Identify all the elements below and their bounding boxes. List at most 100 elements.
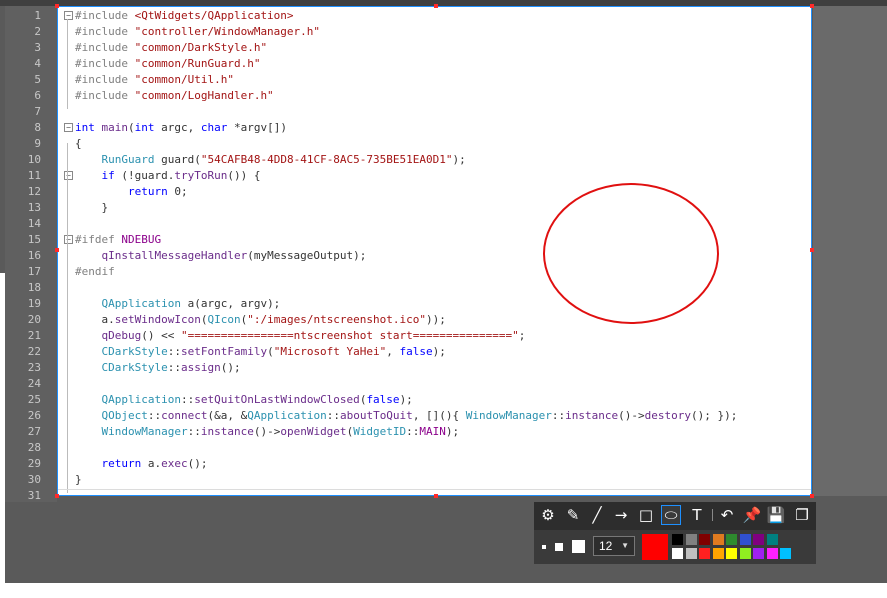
palette-swatch[interactable] [739, 548, 751, 559]
code-token: MAIN [419, 425, 446, 438]
code-token: *argv[]) [234, 121, 287, 134]
line-number: 15 [27, 233, 41, 246]
fold-toggle-icon[interactable]: − [64, 11, 73, 20]
annotation-toolbar: ⚙ ✎ ╱ → □ ⬭ T ↶ 📌 💾 ❐ 12 ▼ [534, 502, 816, 564]
code-line: #include <QtWidgets/QApplication> [75, 8, 294, 24]
code-token: :: [187, 425, 201, 438]
code-token: #ifdef [75, 233, 122, 246]
code-token: <QtWidgets/QApplication> [134, 9, 294, 22]
resize-handle-bottom-left[interactable] [55, 494, 59, 498]
line-number: 18 [27, 281, 41, 294]
pen-size-medium[interactable] [555, 543, 563, 551]
line-number: 7 [34, 105, 41, 118]
code-token: aboutToQuit [339, 409, 413, 422]
uncovered-bottom-edge [0, 583, 887, 598]
resize-handle-bottom-right[interactable] [810, 494, 814, 498]
line-number: 24 [27, 377, 41, 390]
palette-swatch[interactable] [712, 548, 724, 559]
copy-icon[interactable]: ❐ [792, 505, 812, 525]
palette-swatch[interactable] [766, 534, 778, 545]
resize-handle-top-left[interactable] [55, 4, 59, 8]
line-number: 3 [34, 41, 41, 54]
fold-toggle-icon[interactable]: − [64, 123, 73, 132]
palette-swatch[interactable] [712, 534, 724, 545]
fold-toggle-icon[interactable]: − [64, 235, 73, 244]
line-number: 21 [27, 329, 41, 342]
code-token: RunGuard [101, 153, 162, 166]
code-line: #ifdef NDEBUG [75, 232, 161, 248]
code-token: #endif [75, 265, 115, 278]
resize-handle-bottom[interactable] [434, 494, 438, 498]
line-number: 28 [27, 441, 41, 454]
resize-handle-right[interactable] [810, 248, 814, 252]
save-icon[interactable]: 💾 [766, 505, 786, 525]
code-token: { [75, 137, 82, 150]
line-number: 11 [27, 169, 41, 182]
code-line: { [75, 136, 82, 152]
code-line: CDarkStyle::setFontFamily("Microsoft YaH… [75, 344, 446, 360]
dimmed-line-number-gutter: 1 2 3 4 5 6 7 8 9 10 11 12 13 14 15 16 17 18 19 20 21 22 23 24 2… [5, 6, 57, 502]
code-line: QObject::connect(&a, &QApplication::abou… [75, 408, 738, 424]
pen-size-large[interactable] [572, 540, 585, 553]
tool-row: ⚙ ✎ ╱ → □ ⬭ T ↶ 📌 💾 ❐ [534, 502, 816, 528]
code-line: #include "common/Util.h" [75, 72, 234, 88]
palette-swatch[interactable] [699, 548, 710, 559]
pen-icon[interactable]: ✎ [563, 505, 583, 525]
resize-handle-top[interactable] [434, 4, 438, 8]
code-line: } [75, 200, 108, 216]
palette-swatch[interactable] [685, 548, 697, 559]
rectangle-icon[interactable]: □ [636, 505, 656, 525]
pin-icon[interactable]: 📌 [742, 505, 762, 525]
code-line: return a.exec(); [75, 456, 208, 472]
line-number: 31 [27, 489, 41, 502]
code-token: :: [326, 409, 340, 422]
code-token: (&a, & [207, 409, 248, 422]
line-number: 25 [27, 393, 41, 406]
palette-swatch[interactable] [753, 548, 764, 559]
palette-swatch[interactable] [672, 534, 683, 545]
pen-size-small[interactable] [542, 545, 546, 549]
code-token: false [366, 393, 400, 406]
code-line: QApplication::setQuitOnLastWindowClosed(… [75, 392, 413, 408]
ellipse-annotation[interactable] [543, 183, 719, 324]
current-color-swatch[interactable] [642, 534, 668, 560]
line-number: 23 [27, 361, 41, 374]
text-icon[interactable]: T [687, 505, 707, 525]
code-token: ( [267, 345, 274, 358]
palette-swatch[interactable] [739, 534, 751, 545]
palette-swatch[interactable] [699, 534, 710, 545]
line-number: 12 [27, 185, 41, 198]
fold-toggle-icon[interactable]: − [64, 171, 73, 180]
ellipse-icon[interactable]: ⬭ [661, 505, 681, 525]
code-line: CDarkStyle::assign(); [75, 360, 241, 376]
code-token: "Microsoft YaHei" [273, 345, 387, 358]
line-number: 4 [34, 57, 41, 70]
code-token: , [](){ [412, 409, 466, 422]
font-size-select[interactable]: 12 ▼ [593, 536, 635, 556]
code-line: WindowManager::instance()->openWidget(Wi… [75, 424, 460, 440]
undo-icon[interactable]: ↶ [717, 505, 737, 525]
palette-swatch[interactable] [766, 548, 778, 559]
palette-swatch[interactable] [780, 548, 791, 559]
palette-swatch[interactable] [726, 534, 737, 545]
code-token: CDarkStyle [101, 361, 168, 374]
resize-handle-left[interactable] [55, 248, 59, 252]
resize-handle-top-right[interactable] [810, 4, 814, 8]
palette-swatch[interactable] [753, 534, 764, 545]
code-token: ); [445, 425, 460, 438]
line-number: 2 [34, 25, 41, 38]
arrow-icon[interactable]: → [611, 505, 631, 525]
settings-icon[interactable]: ⚙ [538, 505, 558, 525]
code-token: argc, [161, 121, 201, 134]
palette-swatch[interactable] [672, 548, 683, 559]
code-token: QIcon [207, 313, 241, 326]
line-icon[interactable]: ╱ [587, 505, 607, 525]
line-number: 13 [27, 201, 41, 214]
code-token: destory [644, 409, 691, 422]
line-number: 9 [34, 137, 41, 150]
palette-swatch[interactable] [685, 534, 697, 545]
palette-swatch[interactable] [726, 548, 737, 559]
